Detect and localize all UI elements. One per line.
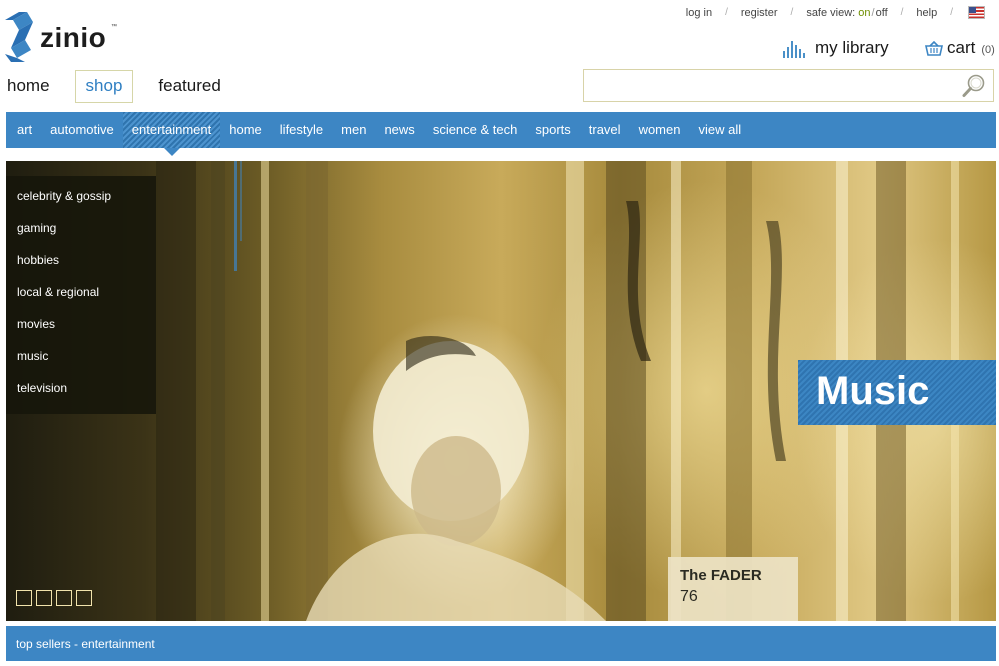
- cart-count: (0): [981, 43, 995, 56]
- utility-links: log in / register / safe view: on/off / …: [686, 6, 985, 19]
- category-home[interactable]: home: [220, 112, 271, 148]
- hero-badge-label: Music: [816, 369, 930, 413]
- category-science-tech[interactable]: science & tech: [424, 112, 527, 148]
- safe-view-off[interactable]: off: [876, 7, 888, 19]
- category-entertainment[interactable]: entertainment: [122, 112, 221, 156]
- bar-chart-icon: [783, 40, 807, 58]
- category-news[interactable]: news: [375, 112, 423, 148]
- carousel-pager: [16, 590, 96, 606]
- safe-view-toggle: safe view: on/off: [806, 7, 887, 19]
- subcategory-hobbies[interactable]: hobbies: [6, 244, 156, 276]
- magazine-issue: 76: [680, 588, 698, 605]
- utility-separator: /: [725, 7, 728, 18]
- safe-view-label: safe view:: [806, 6, 856, 19]
- utility-separator: /: [790, 7, 794, 18]
- register-link[interactable]: register: [741, 7, 778, 19]
- subcategory-celebrity-gossip[interactable]: celebrity & gossip: [6, 180, 156, 212]
- basket-icon: [925, 41, 943, 56]
- category-sports[interactable]: sports: [526, 112, 579, 148]
- subcategory-gaming[interactable]: gaming: [6, 212, 156, 244]
- my-library-link[interactable]: my library: [783, 38, 889, 58]
- logo-wordmark: zinio: [40, 22, 107, 53]
- hero-banner[interactable]: celebrity & gossip gaming hobbies local …: [6, 161, 996, 621]
- tab-home[interactable]: home: [0, 70, 61, 103]
- category-travel[interactable]: travel: [580, 112, 630, 148]
- utility-separator: /: [900, 7, 904, 18]
- category-lifestyle[interactable]: lifestyle: [271, 112, 332, 148]
- search-input[interactable]: [584, 70, 970, 101]
- utility-separator: /: [950, 7, 953, 18]
- cart-link[interactable]: cart (0): [925, 38, 995, 58]
- category-women[interactable]: women: [630, 112, 690, 148]
- my-library-label: my library: [815, 38, 889, 57]
- primary-nav: home shop featured: [0, 70, 246, 103]
- tab-shop[interactable]: shop: [74, 70, 134, 103]
- category-view-all[interactable]: view all: [689, 112, 750, 148]
- category-automotive[interactable]: automotive: [41, 112, 123, 148]
- magnifier-icon[interactable]: [961, 73, 987, 99]
- subcategory-television[interactable]: television: [6, 372, 156, 404]
- subcategory-movies[interactable]: movies: [6, 308, 156, 340]
- help-link[interactable]: help: [916, 7, 937, 19]
- tab-featured[interactable]: featured: [147, 70, 231, 103]
- carousel-dot[interactable]: [16, 590, 32, 606]
- subcategory-music[interactable]: music: [6, 340, 156, 372]
- subcategory-local-regional[interactable]: local & regional: [6, 276, 156, 308]
- top-sellers-header: top sellers - entertainment: [6, 626, 996, 661]
- logo-trademark: ™: [111, 24, 117, 30]
- hero-category-badge[interactable]: Music: [798, 360, 996, 425]
- subcategory-panel: celebrity & gossip gaming hobbies local …: [6, 176, 156, 414]
- safe-view-on[interactable]: on: [858, 7, 870, 19]
- zinio-logo[interactable]: zinio ™: [5, 10, 120, 62]
- top-sellers-label: top sellers - entertainment: [16, 637, 155, 651]
- us-flag-icon[interactable]: [968, 6, 985, 19]
- search-box: [583, 69, 994, 102]
- category-art[interactable]: art: [8, 112, 41, 148]
- login-link[interactable]: log in: [686, 7, 712, 19]
- magazine-title: The FADER: [680, 567, 762, 584]
- cart-label: cart: [947, 38, 976, 57]
- carousel-dot[interactable]: [56, 590, 72, 606]
- safe-view-slash: /: [871, 6, 875, 19]
- carousel-dot[interactable]: [76, 590, 92, 606]
- category-bar: art automotive entertainment home lifest…: [6, 112, 996, 156]
- zinio-logo-mark: [5, 12, 33, 62]
- category-men[interactable]: men: [332, 112, 375, 148]
- carousel-dot[interactable]: [36, 590, 52, 606]
- featured-magazine-card[interactable]: The FADER 76: [668, 557, 798, 621]
